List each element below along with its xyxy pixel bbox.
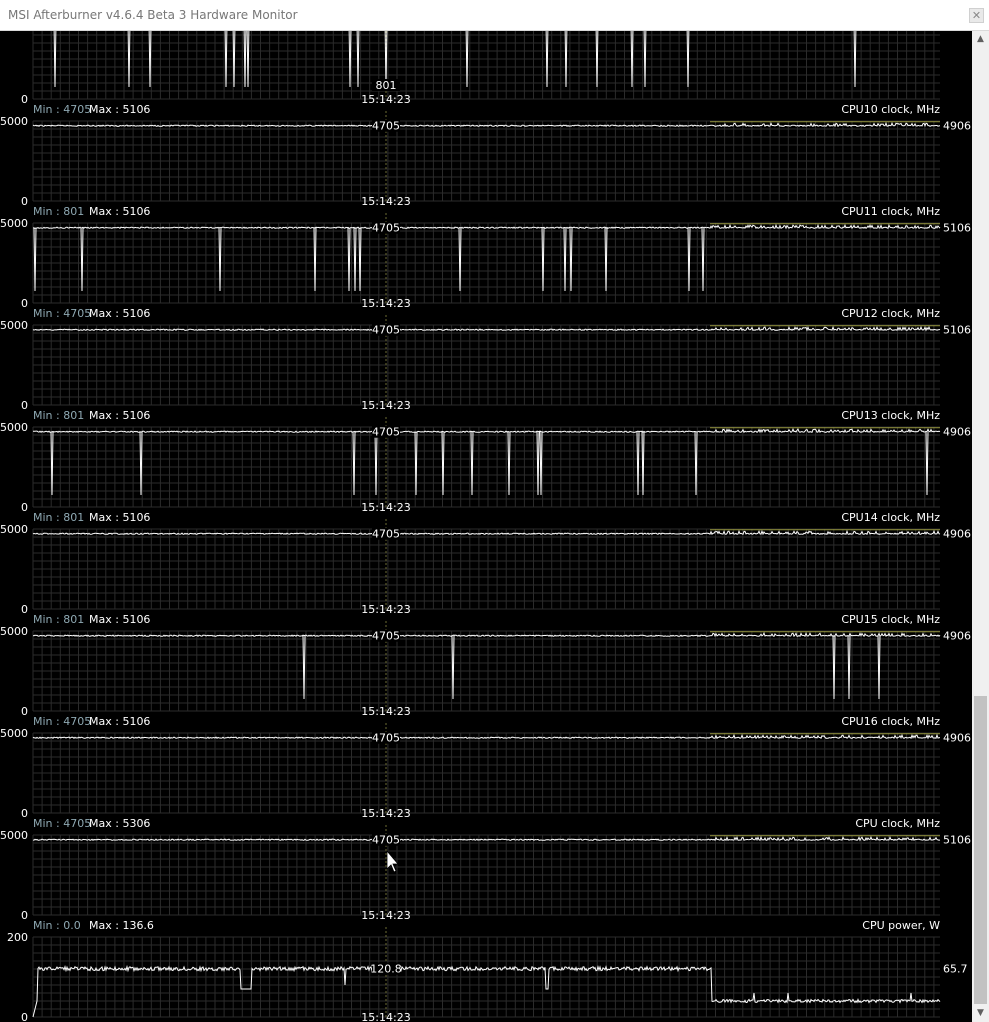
graph-title: CPU10 clock, MHz xyxy=(841,103,940,116)
cursor-value-label: 4705 xyxy=(372,324,400,337)
cursor-time-label: 15:14:23 xyxy=(361,1011,410,1022)
y-axis-min-label: 0 xyxy=(21,807,28,820)
max-value-label: Max : 5106 xyxy=(89,511,150,524)
min-value-label: Min : 0.0 xyxy=(33,919,81,932)
cursor-value-label: 4705 xyxy=(372,426,400,439)
y-axis-max-label: 5000 xyxy=(0,115,28,128)
max-value-label: Max : 5106 xyxy=(89,307,150,320)
current-value-label: 4906 xyxy=(943,630,971,643)
scroll-down-arrow-icon[interactable]: ▼ xyxy=(972,1005,989,1022)
graph-cpu11: 5000 0 Min : 801 Max : 5106 CPU11 clock, MHz… xyxy=(0,205,971,310)
y-axis-max-label: 5000 xyxy=(0,217,28,230)
y-axis-max-label: 5000 xyxy=(0,523,28,536)
y-axis-min-label: 0 xyxy=(21,1011,28,1022)
cursor-time-label: 15:14:23 xyxy=(361,705,410,718)
graph-title: CPU16 clock, MHz xyxy=(841,715,940,728)
min-value-label: Min : 4705 xyxy=(33,817,91,830)
current-value-label: 4906 xyxy=(943,120,971,133)
window-title: MSI Afterburner v4.6.4 Beta 3 Hardware M… xyxy=(8,8,298,22)
max-value-label: Max : 5106 xyxy=(89,205,150,218)
cursor-value-label: 4705 xyxy=(372,528,400,541)
cursor-time-label: 15:14:23 xyxy=(361,807,410,820)
cursor-time-label: 15:14:23 xyxy=(361,603,410,616)
window-titlebar: MSI Afterburner v4.6.4 Beta 3 Hardware M… xyxy=(0,0,989,31)
cursor-time-label: 15:14:23 xyxy=(361,195,410,208)
current-value-label: 4906 xyxy=(943,426,971,439)
graph-cpu10: 5000 0 Min : 4705Max : 5106 CPU10 clock, MH… xyxy=(0,103,971,208)
close-button[interactable]: ✕ xyxy=(969,8,984,23)
scroll-up-arrow-icon[interactable]: ▲ xyxy=(972,31,989,48)
max-value-label: Max : 136.6 xyxy=(89,919,154,932)
y-axis-max-label: 5000 xyxy=(0,829,28,842)
graph-title: CPU11 clock, MHz xyxy=(841,205,940,218)
max-value-label: Max : 5106 xyxy=(89,409,150,422)
min-value-label: Min : 4705 xyxy=(33,103,91,116)
graph-title: CPU15 clock, MHz xyxy=(841,613,940,626)
current-value-label: 4906 xyxy=(943,528,971,541)
graph-cpu: 5000 0 Min : 4705Max : 5306 CPU clock, MHz5… xyxy=(0,817,971,922)
cursor-time-label: 15:14:23 xyxy=(361,501,410,514)
graph-cpu16: 5000 0 Min : 4705Max : 5106 CPU16 clock, MH… xyxy=(0,715,971,820)
y-axis-max-label: 200 xyxy=(7,931,28,944)
y-axis-max-label: 5000 xyxy=(0,421,28,434)
min-value-label: Min : 801 xyxy=(33,409,84,422)
graph-cpu15: 5000 0 Min : 801 Max : 5106 CPU15 clock, MHz… xyxy=(0,613,971,718)
graph-title: CPU12 clock, MHz xyxy=(841,307,940,320)
max-value-label: Max : 5106 xyxy=(89,103,150,116)
graph-title: CPU14 clock, MHz xyxy=(841,511,940,524)
graph-title: CPU power, W xyxy=(862,919,940,932)
graph-power: 200 0 Min : 0.0 Max : 136.6 CPU power, W 65.7… xyxy=(7,919,968,1022)
max-value-label: Max : 5106 xyxy=(89,715,150,728)
y-axis-min-label: 0 xyxy=(21,909,28,922)
cursor-value-label: 120.8 xyxy=(370,963,402,976)
graph-cpu9: 0 80115:14:23 xyxy=(21,31,940,106)
min-value-label: Min : 4705 xyxy=(33,715,91,728)
cursor-value-label: 4705 xyxy=(372,222,400,235)
cursor-time-label: 15:14:23 xyxy=(361,399,410,412)
y-axis-min-label: 0 xyxy=(21,501,28,514)
cursor-value-label: 4705 xyxy=(372,120,400,133)
cursor-value-label: 4705 xyxy=(372,732,400,745)
min-value-label: Min : 4705 xyxy=(33,307,91,320)
y-axis-min-label: 0 xyxy=(21,297,28,310)
scrollbar-thumb[interactable] xyxy=(974,696,987,1004)
y-axis-max-label: 5000 xyxy=(0,625,28,638)
graph-cpu14: 5000 0 Min : 801 Max : 5106 CPU14 clock, MHz… xyxy=(0,511,971,616)
graph-title: CPU clock, MHz xyxy=(855,817,940,830)
graph-cpu12: 5000 0 Min : 4705Max : 5106 CPU12 clock, MH… xyxy=(0,307,971,412)
y-axis-min-label: 0 xyxy=(21,603,28,616)
cursor-time-label: 15:14:23 xyxy=(361,93,410,106)
min-value-label: Min : 801 xyxy=(33,613,84,626)
max-value-label: Max : 5106 xyxy=(89,613,150,626)
hardware-monitor-graphs: 080115:14:2350000Min : 4705Max : 5106 CPU… xyxy=(0,31,971,1022)
y-axis-min-label: 0 xyxy=(21,93,28,106)
current-value-label: 5106 xyxy=(943,324,971,337)
cursor-value-label: 4705 xyxy=(372,630,400,643)
mouse-pointer-icon xyxy=(386,849,399,873)
graph-title: CPU13 clock, MHz xyxy=(841,409,940,422)
current-value-label: 5106 xyxy=(943,222,971,235)
current-value-label: 65.7 xyxy=(943,963,968,976)
graph-cpu13: 5000 0 Min : 801 Max : 5106 CPU13 clock, MHz… xyxy=(0,409,971,514)
y-axis-min-label: 0 xyxy=(21,195,28,208)
current-value-label: 5106 xyxy=(943,834,971,847)
y-axis-min-label: 0 xyxy=(21,399,28,412)
min-value-label: Min : 801 xyxy=(33,511,84,524)
cursor-time-label: 15:14:23 xyxy=(361,909,410,922)
vertical-scrollbar[interactable]: ▲ ▼ xyxy=(972,31,989,1022)
cursor-value-label: 4705 xyxy=(372,834,400,847)
cursor-time-label: 15:14:23 xyxy=(361,297,410,310)
current-value-label: 4906 xyxy=(943,732,971,745)
cursor-value-label: 801 xyxy=(376,79,397,92)
y-axis-min-label: 0 xyxy=(21,705,28,718)
y-axis-max-label: 5000 xyxy=(0,727,28,740)
min-value-label: Min : 801 xyxy=(33,205,84,218)
y-axis-max-label: 5000 xyxy=(0,319,28,332)
max-value-label: Max : 5306 xyxy=(89,817,150,830)
